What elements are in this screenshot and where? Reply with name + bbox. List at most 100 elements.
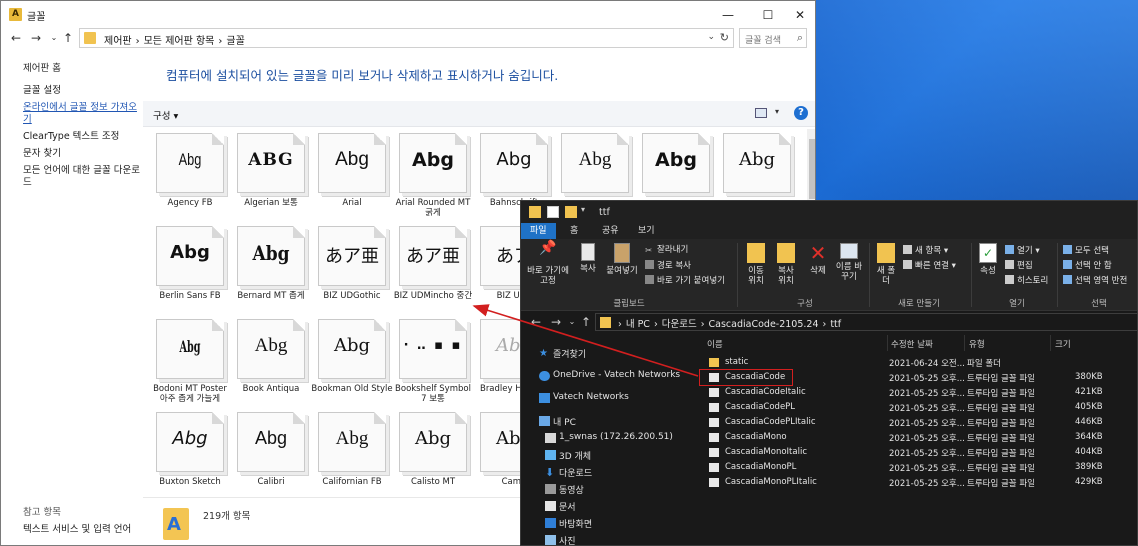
maximize-button[interactable]: ☐ (751, 5, 785, 25)
select-all-button[interactable]: 모두 선택 (1063, 245, 1109, 257)
nav-item-vatech[interactable]: Vatech Networks (539, 392, 629, 403)
file-size: 389KB (1075, 462, 1103, 472)
properties-quick-icon[interactable] (547, 206, 559, 218)
select-none-button[interactable]: 선택 안 함 (1063, 260, 1112, 272)
font-name: BIZ UDGothic (323, 291, 381, 301)
nav-item-videos[interactable]: 동영상 (545, 483, 584, 496)
file-row[interactable]: CascadiaCodeItalic 2021-05-25 오후... 트루타입… (703, 385, 1137, 400)
nav-item-desktop[interactable]: 바탕화면 (545, 517, 592, 530)
help-icon[interactable]: ? (794, 106, 808, 120)
breadcrumb-item[interactable]: CascadiaCode-2105.24 (709, 319, 819, 330)
nav-item-downloads[interactable]: ⬇ 다운로드 (545, 466, 592, 479)
document-icon (545, 501, 556, 511)
address-bar[interactable]: 제어판 › 모든 제어판 항목 › 글꼴 ⌄ ↻ (79, 28, 734, 48)
cube-icon (545, 450, 556, 460)
font-file-icon: Abg (399, 412, 467, 472)
breadcrumb-item[interactable]: 제어판 (104, 36, 132, 47)
get-font-info-online-link[interactable]: 온라인에서 글꼴 정보 가져오기 (23, 102, 141, 126)
paste-button[interactable]: 붙여넣기 (605, 243, 639, 276)
column-divider[interactable] (887, 335, 888, 351)
tab-share[interactable]: 공유 (593, 223, 628, 239)
text-services-link[interactable]: 텍스트 서비스 및 입력 언어 (23, 521, 131, 535)
history-label: 히스토리 (1017, 276, 1049, 286)
quick-access-dropdown-icon[interactable]: ▾ (581, 205, 593, 217)
tab-view[interactable]: 보기 (629, 223, 664, 239)
paste-shortcut-label: 바로 가기 붙여넣기 (657, 276, 725, 286)
invert-selection-button[interactable]: 선택 영역 반전 (1063, 275, 1127, 287)
nav-item-pictures[interactable]: 사진 (545, 534, 576, 545)
nav-item-quick-access[interactable]: ★ 즐겨찾기 (539, 347, 586, 360)
file-row[interactable]: CascadiaMonoItalic 2021-05-25 오후... 트루타입… (703, 445, 1137, 460)
scrollbar-thumb[interactable] (809, 139, 815, 199)
highlight-box (699, 369, 793, 386)
font-settings-link[interactable]: 글꼴 설정 (23, 85, 141, 97)
control-panel-home-link[interactable]: 제어판 홈 (23, 60, 61, 74)
tab-home[interactable]: 홈 (561, 223, 587, 239)
search-input[interactable]: 글꼴 검색 ⌕ (739, 28, 807, 48)
minimize-button[interactable]: — (711, 5, 745, 25)
refresh-icon[interactable]: ↻ (720, 31, 729, 44)
column-type[interactable]: 유형 (969, 338, 985, 350)
cut-button[interactable]: ✂ 잘라내기 (645, 245, 688, 256)
back-arrow-icon[interactable]: ← (7, 30, 25, 46)
easy-access-icon (903, 260, 912, 269)
new-folder-button[interactable]: 새 폴더 (873, 243, 899, 286)
forward-arrow-icon[interactable]: → (27, 30, 45, 46)
breadcrumb-item[interactable]: ttf (830, 319, 841, 330)
breadcrumb-item[interactable]: 내 PC (626, 319, 650, 330)
column-name[interactable]: 이름 (707, 338, 723, 350)
open-button[interactable]: 열기 ▾ (1005, 245, 1040, 257)
find-character-link[interactable]: 문자 찾기 (23, 148, 141, 160)
font-sample: Abg (178, 150, 202, 169)
up-arrow-icon[interactable]: ↑ (59, 30, 77, 46)
edit-button[interactable]: 편집 (1005, 260, 1033, 272)
up-arrow-icon[interactable]: ↑ (577, 314, 595, 330)
font-sample: あア亜 (325, 246, 379, 267)
delete-icon: ✕ (809, 241, 827, 265)
file-row[interactable]: CascadiaCodePLItalic 2021-05-25 오후... 트루… (703, 415, 1137, 430)
nav-item-swnas[interactable]: 1_swnas (172.26.200.51) (545, 432, 673, 443)
address-bar[interactable]: › 내 PC › 다운로드 › CascadiaCode-2105.24 › ttf (595, 313, 1137, 331)
nav-item-this-pc[interactable]: 내 PC (539, 415, 576, 428)
history-button[interactable]: 히스토리 (1005, 275, 1048, 287)
back-arrow-icon[interactable]: ← (527, 314, 545, 330)
rename-button[interactable]: 이름 바꾸기 (833, 243, 865, 282)
file-row[interactable]: CascadiaCodePL 2021-05-25 오후... 트루타입 글꼴 … (703, 400, 1137, 415)
organize-button[interactable]: 구성 ▾ (153, 108, 178, 122)
column-date[interactable]: 수정한 날짜 (891, 338, 933, 350)
paste-shortcut-button[interactable]: 바로 가기 붙여넣기 (645, 275, 725, 287)
column-divider[interactable] (964, 335, 965, 351)
move-to-button[interactable]: 이동 위치 (743, 243, 769, 286)
pin-quick-access-button[interactable]: 📌 바로 가기에 고정 (525, 241, 571, 286)
copy-path-button[interactable]: 경로 복사 (645, 260, 691, 272)
download-fonts-link[interactable]: 모든 언어에 대한 글꼴 다운로드 (23, 165, 141, 189)
delete-button[interactable]: ✕ 삭제 (805, 243, 831, 276)
file-row[interactable]: CascadiaMonoPL 2021-05-25 오후... 트루타입 글꼴 … (703, 460, 1137, 475)
nav-item-3d-objects[interactable]: 3D 개체 (545, 449, 591, 462)
new-item-button[interactable]: 새 항목 ▾ (903, 245, 948, 257)
copy-button[interactable]: 복사 (575, 243, 601, 274)
breadcrumb-item[interactable]: 모든 제어판 항목 (144, 36, 215, 47)
close-button[interactable]: ✕ (783, 5, 815, 25)
copy-to-label: 복사 위치 (778, 266, 794, 286)
breadcrumb-item[interactable]: 다운로드 (662, 319, 697, 330)
copy-to-button[interactable]: 복사 위치 (773, 243, 799, 286)
nav-item-documents[interactable]: 문서 (545, 500, 576, 513)
font-name: BIZ UDMincho 중간 (393, 291, 473, 301)
cleartype-link[interactable]: ClearType 텍스트 조정 (23, 131, 141, 143)
file-row[interactable]: CascadiaMono 2021-05-25 오후... 트루타입 글꼴 파일… (703, 430, 1137, 445)
tab-file[interactable]: 파일 (521, 223, 556, 239)
column-divider[interactable] (1050, 335, 1051, 351)
nav-item-onedrive[interactable]: OneDrive - Vatech Networks (539, 370, 680, 381)
column-size[interactable]: 크기 (1055, 338, 1071, 350)
properties-button[interactable]: ✓ 속성 (975, 243, 1001, 276)
view-options-icon[interactable] (755, 108, 767, 118)
file-row[interactable]: static 2021-06-24 오전... 파일 폴더 (703, 355, 1137, 370)
breadcrumb-item[interactable]: 글꼴 (226, 36, 244, 47)
new-folder-quick-icon[interactable] (565, 206, 577, 218)
view-dropdown-icon[interactable]: ▾ (775, 107, 779, 116)
breadcrumb-separator: › (822, 319, 827, 330)
chevron-down-icon[interactable]: ⌄ (707, 32, 715, 42)
easy-access-button[interactable]: 빠른 연결 ▾ (903, 260, 956, 272)
file-row[interactable]: CascadiaMonoPLItalic 2021-05-25 오후... 트루… (703, 475, 1137, 490)
